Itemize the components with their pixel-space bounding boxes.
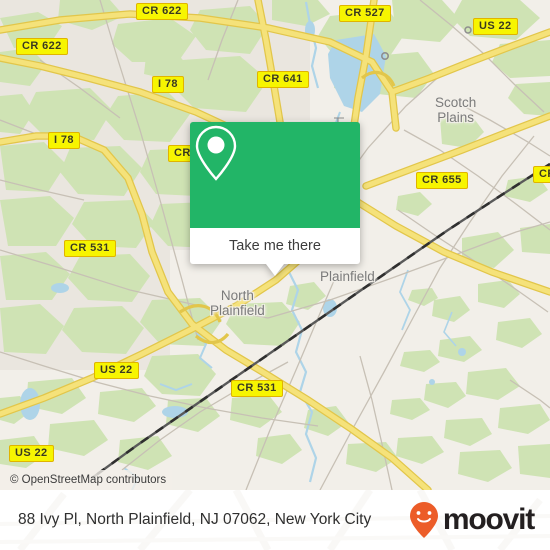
road-shield-label: CR 641 xyxy=(263,73,303,85)
road-shield: I 78 xyxy=(48,132,80,149)
road-shield: CR 531 xyxy=(64,240,116,257)
road-shield-label: I 78 xyxy=(54,134,74,146)
take-me-there-label: Take me there xyxy=(229,238,321,254)
popup-pointer-tail xyxy=(266,264,284,276)
road-shield-label: US 22 xyxy=(100,364,133,376)
road-shield-label: CR 655 xyxy=(422,174,462,186)
moovit-map-screenshot: Scotch Plains Plainfield North Plainfield CR… xyxy=(0,0,550,550)
footer-bar: 88 Ivy Pl, North Plainfield, NJ 07062, N… xyxy=(0,490,550,550)
road-shield-label: CR 622 xyxy=(142,5,182,17)
moovit-logo[interactable]: moovit xyxy=(408,500,535,540)
road-shield-label: CR 531 xyxy=(237,382,277,394)
road-shield: US 22 xyxy=(473,18,518,35)
map-pin-icon xyxy=(195,125,237,181)
road-shield: CR 622 xyxy=(16,38,68,55)
place-label-line: Plainfield xyxy=(320,269,375,284)
map-canvas[interactable]: Scotch Plains Plainfield North Plainfield CR… xyxy=(0,0,550,490)
road-shield: I 78 xyxy=(152,76,184,93)
road-shield: US 22 xyxy=(94,362,139,379)
take-me-there-button[interactable]: Take me there xyxy=(190,228,360,264)
map-place-label: North Plainfield xyxy=(210,288,265,318)
location-address-label: 88 Ivy Pl, North Plainfield, NJ 07062, N… xyxy=(18,511,371,529)
osm-attribution[interactable]: © OpenStreetMap contributors xyxy=(0,470,173,490)
road-shield: CR xyxy=(533,166,550,183)
popup-pin-area xyxy=(190,122,360,228)
road-shield-label: CR 622 xyxy=(22,40,62,52)
place-label-line: Scotch xyxy=(435,95,477,110)
address-text: 88 Ivy Pl, North Plainfield, NJ 07062, N… xyxy=(18,511,372,528)
moovit-pin-icon xyxy=(409,502,438,538)
location-popup-card[interactable]: Take me there xyxy=(190,122,360,276)
road-shield-label: US 22 xyxy=(479,20,512,32)
road-shield: CR 527 xyxy=(339,5,391,22)
road-shield-label: CR xyxy=(539,168,550,180)
map-place-label: Plainfield xyxy=(320,269,375,284)
road-shield: CR 622 xyxy=(136,3,188,20)
road-shield-label: US 22 xyxy=(15,447,48,459)
road-shield-label: CR 527 xyxy=(345,7,385,19)
moovit-wordmark: moovit xyxy=(442,503,535,536)
road-shield-label: CR 531 xyxy=(70,242,110,254)
road-shield: US 22 xyxy=(9,445,54,462)
place-label-line: Plains xyxy=(437,110,475,125)
osm-attribution-text: © OpenStreetMap contributors xyxy=(10,474,167,486)
place-label-line: Plainfield xyxy=(210,303,265,318)
map-place-label: Scotch Plains xyxy=(435,95,476,125)
place-label-line: North xyxy=(220,288,254,303)
road-shield: CR 531 xyxy=(231,380,283,397)
road-shield: CR 641 xyxy=(257,71,309,88)
road-shield-label: I 78 xyxy=(158,78,178,90)
road-shield: CR 655 xyxy=(416,172,468,189)
